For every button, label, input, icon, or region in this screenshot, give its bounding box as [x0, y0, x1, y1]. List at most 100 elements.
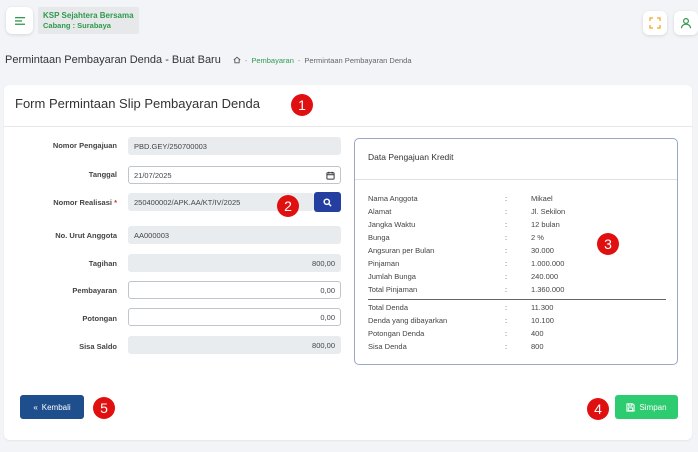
menu-toggle-button[interactable] — [6, 7, 33, 34]
nomor-realisasi-value: 250400002/APK.AA/KT/IV/2025 — [134, 197, 241, 207]
info-colon: : — [505, 342, 508, 351]
no-urut-anggota-value: AA000003 — [134, 230, 170, 240]
tagihan-field: 800,00 — [128, 254, 341, 272]
info-colon: : — [505, 194, 508, 203]
pembayaran-value: 0,00 — [320, 285, 335, 295]
fullscreen-icon — [649, 17, 661, 29]
hamburger-menu-icon — [14, 16, 25, 25]
info-value: Jl. Sekilon — [531, 207, 566, 216]
info-key: Bunga — [368, 233, 390, 242]
no-urut-anggota-field: AA000003 — [128, 226, 341, 244]
fullscreen-button[interactable] — [643, 11, 667, 35]
potongan-value: 0,00 — [320, 312, 335, 322]
nomor-pengajuan-label: Nomor Pengajuan — [52, 141, 117, 150]
info-row: Total Pinjaman: 1.360.000 — [368, 285, 668, 298]
nomor-realisasi-label: Nomor Realisasi * — [4, 198, 117, 207]
required-asterisk: * — [114, 198, 117, 207]
info-colon: : — [505, 220, 508, 229]
info-value: 30.000 — [531, 246, 554, 255]
info-key: Total Denda — [368, 303, 409, 312]
annotation-marker-3: 3 — [597, 233, 619, 255]
info-key: Pinjaman — [368, 259, 400, 268]
info-colon: : — [505, 329, 508, 338]
credit-info-title: Data Pengajuan Kredit — [368, 152, 454, 162]
save-button[interactable]: Simpan — [615, 395, 678, 419]
info-row: Potongan Denda: 400 — [368, 329, 668, 342]
potongan-input[interactable]: 0,00 — [128, 308, 341, 326]
branch-label: Cabang : Surabaya — [43, 21, 111, 30]
info-row: Nama Anggota: Mikael — [368, 194, 668, 207]
info-row: Angsuran per Bulan: 30.000 — [368, 246, 668, 259]
credit-info-panel: Data Pengajuan Kredit Nama Anggota: Mikae… — [354, 138, 678, 365]
info-colon: : — [505, 233, 508, 242]
calendar-icon[interactable] — [326, 171, 335, 180]
page-title: Permintaan Pembayaran Denda - Buat Baru — [5, 54, 221, 66]
sisa-saldo-field: 800,00 — [128, 336, 341, 354]
no-urut-anggota-label: No. Urut Anggota — [55, 231, 117, 240]
info-value: 10.100 — [531, 316, 554, 325]
annotation-marker-2: 2 — [277, 195, 299, 217]
pembayaran-input[interactable]: 0,00 — [128, 281, 341, 299]
info-row: Denda yang dibayarkan: 10.100 — [368, 316, 668, 329]
info-value: 1.000.000 — [531, 259, 565, 268]
card-divider — [4, 126, 692, 127]
info-key: Denda yang dibayarkan — [368, 316, 448, 325]
annotation-marker-4: 4 — [587, 398, 609, 420]
save-icon — [626, 402, 636, 412]
info-value: 12 bulan — [531, 220, 560, 229]
brand-block: KSP Sejahtera Bersama Cabang : Surabaya — [38, 7, 139, 34]
info-colon: : — [505, 303, 508, 312]
potongan-label: Potongan — [82, 314, 117, 323]
info-key: Nama Anggota — [368, 194, 418, 203]
breadcrumb: - Pembayaran - Permintaan Pembayaran Den… — [233, 56, 412, 65]
annotation-marker-1: 1 — [291, 94, 313, 116]
info-value: 400 — [531, 329, 544, 338]
back-button[interactable]: « Kembali — [20, 395, 84, 419]
info-key: Alamat — [368, 207, 392, 216]
info-key: Sisa Denda — [368, 342, 407, 351]
breadcrumb-pembayaran-link[interactable]: Pembayaran — [251, 56, 294, 65]
tagihan-label: Tagihan — [88, 259, 117, 268]
pembayaran-label: Pembayaran — [72, 286, 117, 295]
info-colon: : — [505, 207, 508, 216]
nomor-realisasi-label-text: Nomor Realisasi — [53, 198, 112, 207]
info-colon: : — [505, 285, 508, 294]
form-title: Form Permintaan Slip Pembayaran Denda — [15, 96, 260, 111]
info-colon: : — [505, 272, 508, 281]
tagihan-value: 800,00 — [312, 258, 335, 268]
back-button-label: Kembali — [41, 402, 71, 412]
sisa-saldo-label: Sisa Saldo — [79, 342, 117, 351]
search-icon — [323, 197, 332, 207]
tanggal-date-input[interactable]: 21/07/2025 — [128, 166, 341, 184]
double-chevron-left-icon: « — [33, 402, 38, 412]
breadcrumb-separator: - — [244, 55, 248, 65]
credit-info-divider — [355, 179, 677, 180]
breadcrumb-current: Permintaan Pembayaran Denda — [304, 55, 412, 65]
search-realisasi-button[interactable] — [314, 192, 341, 212]
info-key: Angsuran per Bulan — [368, 246, 435, 255]
info-row: Alamat: Jl. Sekilon — [368, 207, 668, 220]
save-button-label: Simpan — [639, 402, 667, 412]
info-row: Total Denda: 11.300 — [368, 303, 668, 316]
home-icon[interactable] — [233, 56, 241, 64]
info-key: Total Pinjaman — [368, 285, 418, 294]
form-card: Form Permintaan Slip Pembayaran Denda No… — [4, 85, 692, 440]
user-icon — [680, 17, 692, 29]
nomor-pengajuan-value: PBD.GEY/250700003 — [134, 141, 207, 151]
annotation-marker-5: 5 — [93, 397, 115, 419]
info-key: Jumlah Bunga — [368, 272, 416, 281]
info-value: Mikael — [531, 194, 553, 203]
page-header: Permintaan Pembayaran Denda - Buat Baru … — [5, 54, 412, 66]
info-row: Sisa Denda: 800 — [368, 342, 668, 355]
sisa-saldo-value: 800,00 — [312, 340, 335, 350]
info-value: 2 % — [531, 233, 544, 242]
info-colon: : — [505, 316, 508, 325]
info-colon: : — [505, 246, 508, 255]
info-value: 800 — [531, 342, 544, 351]
nomor-pengajuan-field: PBD.GEY/250700003 — [128, 137, 341, 155]
info-value: 240.000 — [531, 272, 559, 281]
tanggal-value: 21/07/2025 — [134, 170, 172, 180]
user-profile-button[interactable] — [674, 11, 698, 35]
tanggal-label: Tanggal — [88, 170, 117, 179]
info-value: 1.360.000 — [531, 285, 565, 294]
